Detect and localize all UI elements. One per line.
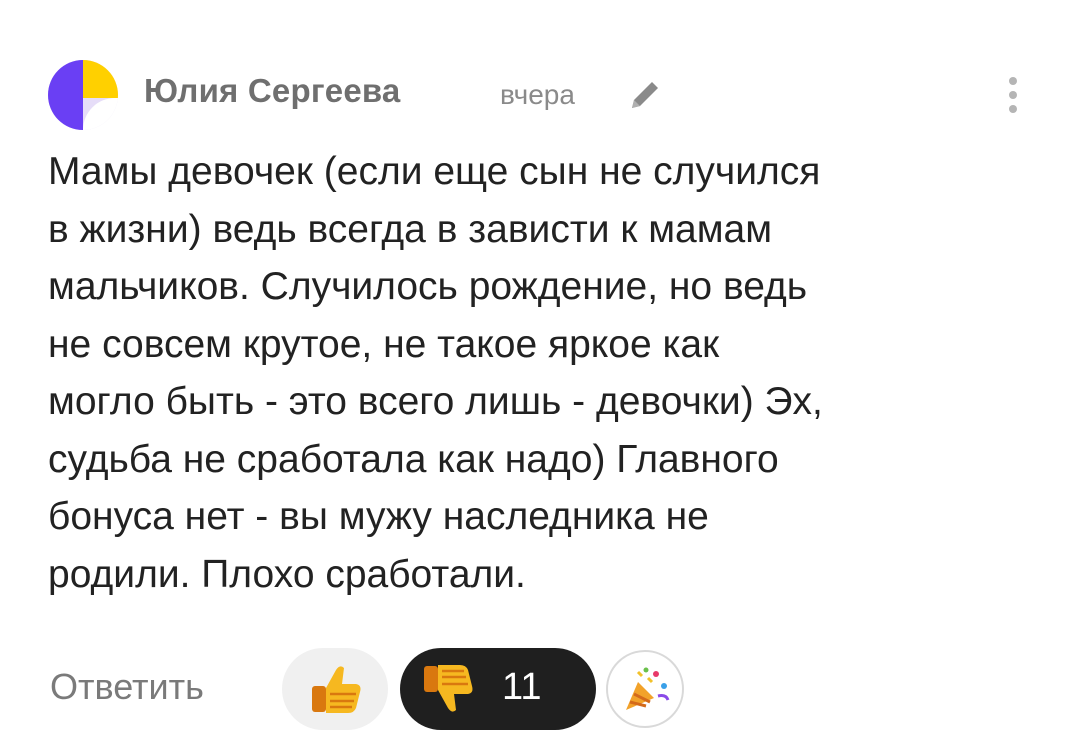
avatar-purple-segment: [48, 60, 83, 130]
more-vertical-icon[interactable]: [998, 74, 1028, 116]
party-popper-icon: [626, 667, 670, 710]
comment-time: вчера: [500, 79, 575, 110]
avatar-white-segment: [83, 98, 118, 130]
comment-text: Мамы девочек (если еще сын не случился в…: [48, 150, 823, 596]
dislike-count: 11: [502, 666, 542, 708]
comment-actions: Ответить 11: [48, 648, 1048, 730]
pencil-icon: [626, 76, 664, 114]
party-reaction-button[interactable]: [606, 650, 684, 728]
thumbs-down-icon: [424, 665, 473, 712]
author-name[interactable]: Юлия Сергеева: [144, 72, 400, 110]
comment-header: Юлия Сергеева вчера: [48, 60, 1048, 130]
reply-button[interactable]: Ответить: [50, 666, 204, 708]
avatar-yellow-segment: [83, 60, 118, 98]
like-button[interactable]: [282, 648, 388, 730]
thumbs-up-icon: [312, 666, 361, 713]
dislike-button[interactable]: 11: [400, 648, 596, 730]
avatar[interactable]: [48, 60, 118, 130]
